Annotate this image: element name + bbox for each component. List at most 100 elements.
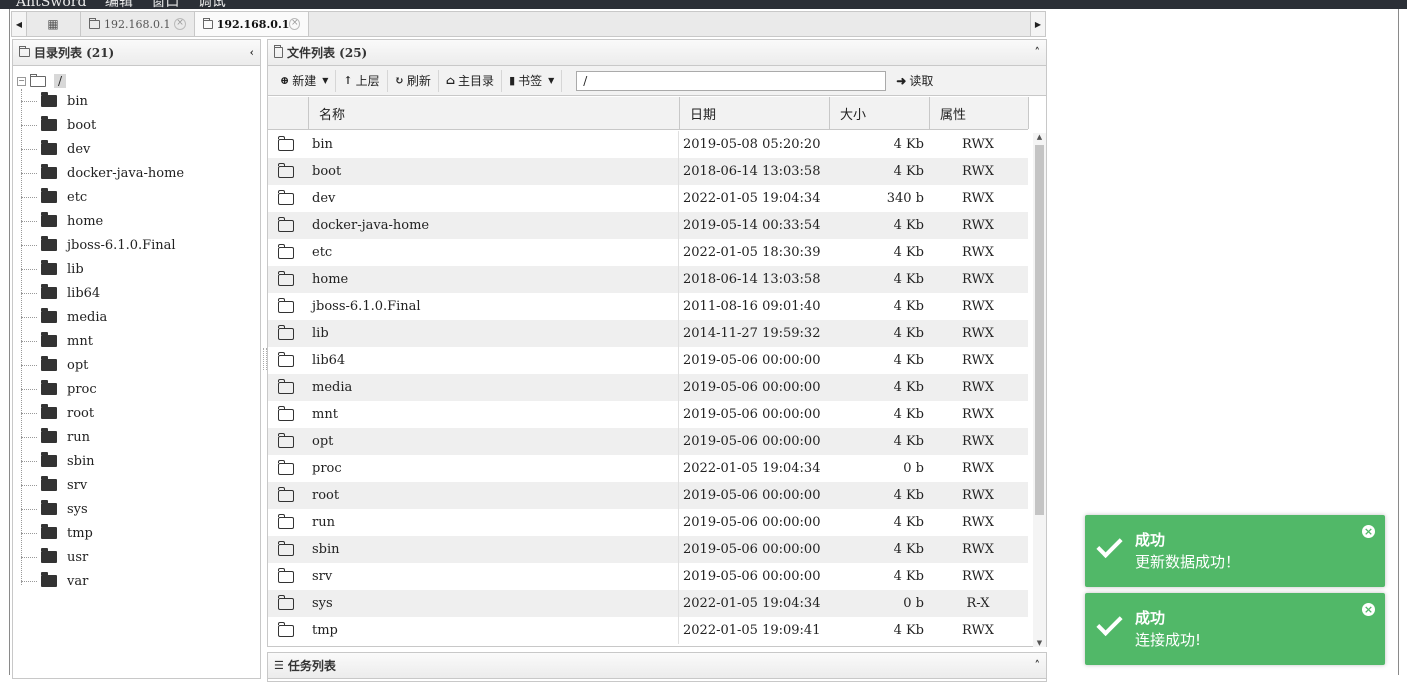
scrollbar-thumb[interactable]: [1035, 145, 1044, 515]
read-button[interactable]: ➜ 读取: [896, 72, 933, 89]
tree-item[interactable]: boot: [21, 113, 96, 137]
close-icon[interactable]: ×: [289, 18, 300, 30]
table-row[interactable]: mnt 2019-05-06 00:00:00 4 Kb RWX: [268, 401, 1028, 428]
app-menubar: AntSword 编辑 窗口 调试: [0, 0, 1407, 9]
tree-item-label: root: [67, 405, 95, 421]
cell-size: 4 Kb: [893, 164, 924, 179]
menu-item-antsword[interactable]: AntSword: [16, 0, 86, 9]
table-row[interactable]: boot 2018-06-14 13:03:58 4 Kb RWX: [268, 158, 1028, 185]
column-header-attr[interactable]: 属性: [929, 97, 1029, 129]
tree-item[interactable]: jboss-6.1.0.Final: [21, 233, 176, 257]
collapse-icon[interactable]: −: [17, 76, 26, 86]
cell-icon: [277, 347, 298, 374]
cell-attr: RWX: [961, 434, 995, 449]
table-row[interactable]: dev 2022-01-05 19:04:34 340 b RWX: [268, 185, 1028, 212]
cell-attr: RWX: [961, 191, 995, 206]
tree-guide-line: [21, 124, 37, 126]
check-icon: [1099, 537, 1121, 551]
tree-item[interactable]: home: [21, 209, 103, 233]
scroll-up-arrow[interactable]: ▲: [1033, 133, 1046, 141]
tab-scroll-left-button[interactable]: ◀: [12, 12, 27, 36]
close-icon[interactable]: ×: [174, 18, 186, 30]
table-row[interactable]: srv 2019-05-06 00:00:00 4 Kb RWX: [268, 563, 1028, 590]
column-divider: [678, 185, 679, 212]
table-row[interactable]: etc 2022-01-05 18:30:39 4 Kb RWX: [268, 239, 1028, 266]
tree-item[interactable]: var: [21, 569, 88, 593]
refresh-button[interactable]: ↻ 刷新: [388, 69, 439, 92]
column-divider: [678, 428, 679, 455]
tree-item[interactable]: run: [21, 425, 90, 449]
table-row[interactable]: sbin 2019-05-06 00:00:00 4 Kb RWX: [268, 536, 1028, 563]
tree-guide-line: [21, 580, 37, 582]
folder-icon: [277, 405, 294, 421]
folder-icon: [277, 540, 294, 556]
table-row[interactable]: sys 2022-01-05 19:04:34 0 b R-X: [268, 590, 1028, 617]
table-row[interactable]: media 2019-05-06 00:00:00 4 Kb RWX: [268, 374, 1028, 401]
tree-item[interactable]: opt: [21, 353, 88, 377]
tree-item[interactable]: docker-java-home: [21, 161, 184, 185]
tree-item[interactable]: bin: [21, 89, 88, 113]
cell-size: 4 Kb: [893, 488, 924, 503]
table-row[interactable]: opt 2019-05-06 00:00:00 4 Kb RWX: [268, 428, 1028, 455]
column-header-date[interactable]: 日期: [679, 97, 829, 129]
tree-item-label: tmp: [67, 525, 93, 541]
table-row[interactable]: home 2018-06-14 13:03:58 4 Kb RWX: [268, 266, 1028, 293]
table-row[interactable]: lib 2014-11-27 19:59:32 4 Kb RWX: [268, 320, 1028, 347]
tree-item[interactable]: tmp: [21, 521, 93, 545]
cell-icon: [277, 617, 298, 644]
tree-item[interactable]: root: [21, 401, 94, 425]
table-row[interactable]: jboss-6.1.0.Final 2011-08-16 09:01:40 4 Kb…: [268, 293, 1028, 320]
table-row[interactable]: tmp 2022-01-05 19:09:41 4 Kb RWX: [268, 617, 1028, 644]
tree-item[interactable]: media: [21, 305, 107, 329]
table-row[interactable]: root 2019-05-06 00:00:00 4 Kb RWX: [268, 482, 1028, 509]
table-row[interactable]: proc 2022-01-05 19:04:34 0 b RWX: [268, 455, 1028, 482]
tree-item[interactable]: sys: [21, 497, 88, 521]
tree-item[interactable]: dev: [21, 137, 90, 161]
directory-panel-title: 目录列表 (21): [34, 46, 115, 60]
scroll-down-arrow[interactable]: ▼: [1033, 639, 1046, 647]
close-icon[interactable]: ×: [1362, 525, 1375, 538]
cell-name: etc: [312, 245, 333, 260]
collapse-up-icon[interactable]: ˄: [1035, 46, 1041, 59]
folder-icon: [277, 297, 294, 313]
table-row[interactable]: lib64 2019-05-06 00:00:00 4 Kb RWX: [268, 347, 1028, 374]
tree-item[interactable]: proc: [21, 377, 97, 401]
tab-shell-1[interactable]: 192.168.0.1 ×: [81, 12, 195, 36]
new-button[interactable]: ⊕ 新建 ▼: [273, 69, 337, 92]
tab-home[interactable]: ▦: [26, 12, 81, 36]
table-row[interactable]: bin 2019-05-08 05:20:20 4 Kb RWX: [268, 131, 1028, 158]
path-input[interactable]: [576, 70, 887, 91]
close-icon[interactable]: ×: [1362, 603, 1375, 616]
column-header-name[interactable]: 名称: [308, 97, 679, 129]
tree-root[interactable]: − /: [17, 73, 67, 89]
tree-item[interactable]: lib: [21, 257, 84, 281]
cell-icon: [277, 482, 298, 509]
cell-name: proc: [312, 461, 342, 476]
menu-item-edit[interactable]: 编辑: [105, 0, 133, 9]
cell-date: 2022-01-05 18:30:39: [683, 245, 821, 260]
cell-name: lib64: [312, 353, 346, 368]
folder-icon: [277, 486, 294, 502]
tree-item[interactable]: mnt: [21, 329, 93, 353]
cell-name: run: [312, 515, 335, 530]
table-row[interactable]: docker-java-home 2019-05-14 00:33:54 4 Kb R…: [268, 212, 1028, 239]
tree-item[interactable]: lib64: [21, 281, 100, 305]
tree-item[interactable]: usr: [21, 545, 88, 569]
home-dir-button[interactable]: ⌂ 主目录: [439, 69, 503, 92]
tab-scroll-right-button[interactable]: ▶: [1030, 12, 1045, 36]
up-level-button[interactable]: ↑ 上层: [336, 69, 388, 92]
tree-item[interactable]: sbin: [21, 449, 95, 473]
expand-up-icon[interactable]: ˄: [1035, 659, 1041, 672]
file-grid-scrollbar[interactable]: ▲ ▼: [1033, 133, 1046, 647]
cell-date: 2022-01-05 19:04:34: [683, 461, 821, 476]
menu-item-debug[interactable]: 调试: [198, 0, 226, 9]
table-row[interactable]: run 2019-05-06 00:00:00 4 Kb RWX: [268, 509, 1028, 536]
tab-shell-2[interactable]: 192.168.0.1 ×: [195, 12, 309, 36]
bookmark-button[interactable]: ▮ 书签 ▼: [502, 69, 563, 92]
cell-size: 4 Kb: [893, 218, 924, 233]
collapse-left-icon[interactable]: ‹: [250, 46, 254, 59]
tree-item[interactable]: etc: [21, 185, 87, 209]
tree-item[interactable]: srv: [21, 473, 87, 497]
column-header-size[interactable]: 大小: [829, 97, 929, 129]
menu-item-window[interactable]: 窗口: [151, 0, 179, 9]
